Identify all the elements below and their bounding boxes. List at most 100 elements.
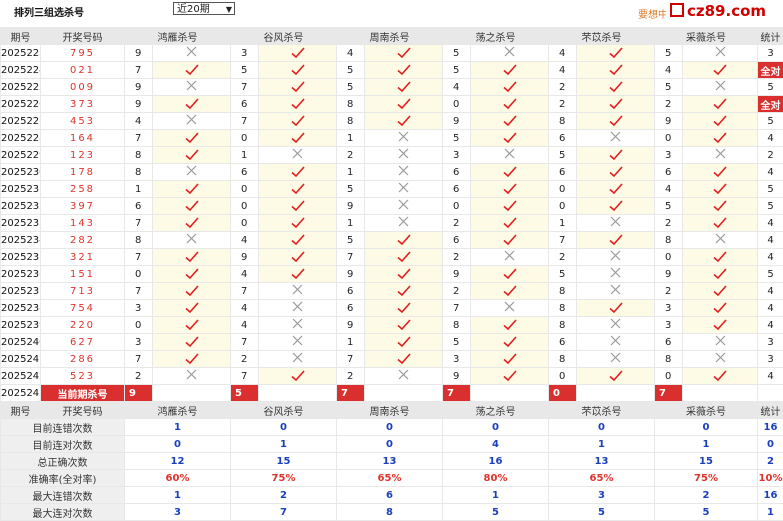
check-icon xyxy=(577,45,655,62)
column-header: 谷风杀号 xyxy=(231,28,337,45)
kill-value: 0 xyxy=(125,266,153,283)
kill-value: 4 xyxy=(231,317,259,334)
summary-value: 13 xyxy=(549,453,655,470)
table-row: 20252250099754255 xyxy=(1,79,783,96)
check-icon xyxy=(683,266,758,283)
kill-value: 7 xyxy=(231,334,259,351)
check-icon xyxy=(683,164,758,181)
summary-value: 0 xyxy=(758,436,783,453)
period-select[interactable]: 近20期 ▼ xyxy=(173,2,235,15)
check-icon xyxy=(365,300,443,317)
table-row: 20252291238123532 xyxy=(1,147,783,164)
kill-value: 9 xyxy=(337,317,365,334)
kill-value: 9 xyxy=(443,368,471,385)
stat-cell: 3 xyxy=(758,334,783,351)
summary-row: 准确率(全对率)60%75%65%80%65%75%10% xyxy=(1,470,783,487)
check-icon xyxy=(259,181,337,198)
check-icon xyxy=(259,96,337,113)
kill-value: 5 xyxy=(337,232,365,249)
cross-icon xyxy=(683,232,758,249)
summary-value: 8 xyxy=(337,504,443,521)
kill-value: 9 xyxy=(443,266,471,283)
issue-number: 2025231 xyxy=(1,181,41,198)
kill-value: 5 xyxy=(655,79,683,96)
table-header-row: 期号开奖号码鸿雁杀号谷风杀号周南杀号荡之杀号芣苡杀号采薇杀号统计 xyxy=(1,402,783,419)
table-row: 20252237959345453 xyxy=(1,45,783,62)
check-icon xyxy=(259,198,337,215)
issue-number: 2025234 xyxy=(1,232,41,249)
check-icon xyxy=(259,113,337,130)
stat-cell: 3 xyxy=(758,351,783,368)
summary-value: 13 xyxy=(337,453,443,470)
current-kill-value: 7 xyxy=(655,385,683,402)
issue-number: 2025229 xyxy=(1,147,41,164)
check-icon xyxy=(153,181,231,198)
current-period-row: 2025243当前期杀号957707 xyxy=(1,385,783,402)
table-row: 20252331437012124 xyxy=(1,215,783,232)
period-select-value: 近20期 xyxy=(177,4,210,15)
check-icon xyxy=(365,45,443,62)
cross-icon xyxy=(259,334,337,351)
cross-icon xyxy=(577,334,655,351)
check-icon xyxy=(683,368,758,385)
column-header: 谷风杀号 xyxy=(231,402,337,419)
issue-number: 2025225 xyxy=(1,79,41,96)
summary-label: 准确率(全对率) xyxy=(1,470,125,487)
kill-value: 1 xyxy=(337,164,365,181)
kill-value: 6 xyxy=(655,334,683,351)
kill-value: 2 xyxy=(231,351,259,368)
check-icon xyxy=(577,147,655,164)
cross-icon xyxy=(471,45,549,62)
issue-number: 2025233 xyxy=(1,215,41,232)
check-icon xyxy=(683,317,758,334)
kill-value: 5 xyxy=(549,147,577,164)
kill-value: 6 xyxy=(549,334,577,351)
top-bar: 排列三组选杀号 近20期 ▼ 要想中大 cz89.com xyxy=(0,0,783,22)
cross-icon xyxy=(683,147,758,164)
kill-value: 7 xyxy=(231,368,259,385)
kill-value: 9 xyxy=(125,96,153,113)
summary-value: 1 xyxy=(655,436,758,453)
summary-value: 1 xyxy=(758,504,783,521)
current-kill-value: 9 xyxy=(125,385,153,402)
issue-number: 2025235 xyxy=(1,249,41,266)
kill-number-table: 期号开奖号码鸿雁杀号谷风杀号周南杀号荡之杀号芣苡杀号采薇杀号统计20252237… xyxy=(0,27,783,521)
kill-value: 7 xyxy=(337,249,365,266)
check-icon xyxy=(471,62,549,79)
check-icon xyxy=(471,79,549,96)
kill-value: 2 xyxy=(655,215,683,232)
kill-value: 6 xyxy=(443,164,471,181)
kill-value: 2 xyxy=(443,283,471,300)
summary-value: 15 xyxy=(231,453,337,470)
cross-icon xyxy=(153,164,231,181)
kill-value: 8 xyxy=(549,317,577,334)
summary-value: 10% xyxy=(758,470,783,487)
kill-value: 4 xyxy=(231,266,259,283)
check-icon xyxy=(365,62,443,79)
check-icon xyxy=(471,164,549,181)
kill-value: 8 xyxy=(549,300,577,317)
kill-value: 6 xyxy=(443,232,471,249)
table-row: 20252361510499595 xyxy=(1,266,783,283)
check-icon xyxy=(153,198,231,215)
check-icon xyxy=(259,266,337,283)
draw-number: 282 xyxy=(41,232,125,249)
kill-value: 4 xyxy=(549,62,577,79)
cross-icon xyxy=(153,45,231,62)
stat-cell: 5 xyxy=(758,198,783,215)
summary-value: 0 xyxy=(655,419,758,436)
kill-value: 8 xyxy=(549,283,577,300)
column-header: 开奖号码 xyxy=(41,28,125,45)
kill-value: 6 xyxy=(443,181,471,198)
current-kill-value: 0 xyxy=(549,385,577,402)
kill-value: 8 xyxy=(337,96,365,113)
stat-cell: 4 xyxy=(758,164,783,181)
kill-value: 0 xyxy=(231,130,259,147)
check-icon xyxy=(365,266,443,283)
summary-value: 0 xyxy=(337,436,443,453)
summary-value: 0 xyxy=(231,419,337,436)
issue-number: 2025223 xyxy=(1,45,41,62)
kill-value: 0 xyxy=(443,198,471,215)
kill-value: 7 xyxy=(231,113,259,130)
summary-value: 65% xyxy=(549,470,655,487)
